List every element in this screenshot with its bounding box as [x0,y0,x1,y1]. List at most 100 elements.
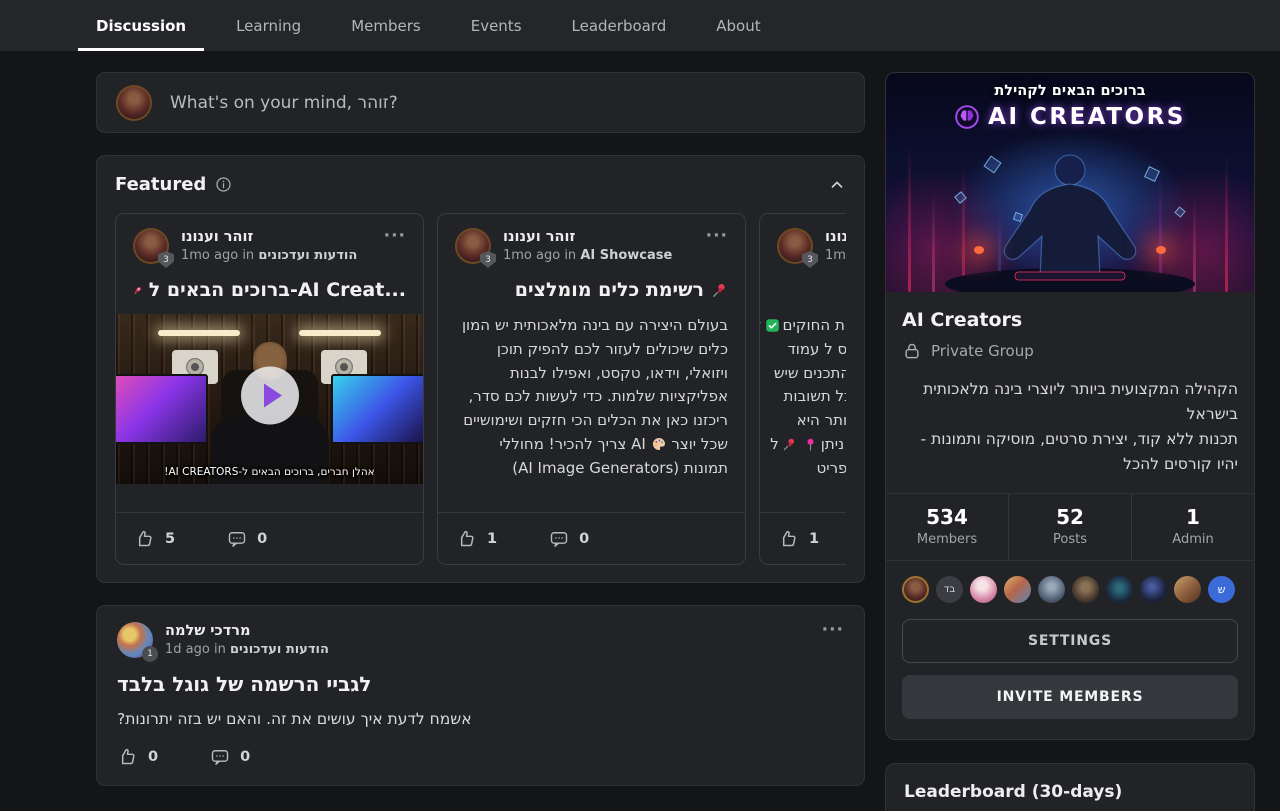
member-avatar[interactable] [1038,576,1065,603]
group-name: AI Creators [902,309,1238,331]
member-avatar[interactable]: ש [1208,576,1235,603]
featured-card-rules[interactable]: 3 זוהר וענונו 1mo ago in הודעות ועדכונים… [759,213,846,565]
comment-icon [227,529,247,549]
tab-learning[interactable]: Learning [218,0,319,51]
more-options-icon[interactable]: ··· [706,226,728,246]
author-name[interactable]: זוהר וענונו [825,228,846,246]
featured-card-tools[interactable]: 3 זוהר וענונו 1mo ago in AI Showcase ···… [437,213,746,565]
video-thumbnail[interactable]: אהלן חברים, ברוכים הבאים ל-AI CREATORS! [116,314,423,484]
featured-card-welcome[interactable]: 3 זוהר וענונו 1mo ago in הודעות ועדכונים… [115,213,424,565]
level-badge: 1 [142,646,158,662]
leaderboard-card: Leaderboard (30-days) [885,763,1255,811]
chevron-up-icon[interactable] [828,176,846,194]
member-avatar[interactable]: בד [936,576,963,603]
brain-icon [954,104,980,130]
tab-leaderboard[interactable]: Leaderboard [554,0,685,51]
post-body: בעולם היצירה עם בינה מלאכותית יש המון כל… [455,314,728,481]
member-avatar[interactable] [902,576,929,603]
post-meta: 1mo ago in הודעות ועדכונים [181,248,357,263]
like-button[interactable] [134,528,155,549]
author-name[interactable]: מרדכי שלמה [165,622,329,640]
main-column: What's on your mind, זוהר? Featured 3 [96,72,865,811]
featured-title: Featured [115,174,206,195]
tab-discussion[interactable]: Discussion [78,0,204,51]
member-avatar[interactable] [1174,576,1201,603]
feed-post[interactable]: 1 מרדכי שלמה 1d ago in הודעות ועדכונים ·… [96,605,865,786]
thumbs-up-icon [134,528,155,549]
comment-icon [549,529,569,549]
category-link[interactable]: הודעות ועדכונים [230,642,329,657]
like-button[interactable] [456,528,477,549]
banner-brand-text: AI CREATORS [988,104,1186,130]
check-icon [765,318,780,333]
level-badge: 3 [158,251,174,268]
post-title[interactable]: ברוכים הבאים ל-AI Creat... [133,279,406,301]
stat-posts[interactable]: 52 Posts [1008,494,1131,560]
composer-placeholder: What's on your mind, זוהר? [170,93,398,113]
invite-members-button[interactable]: INVITE MEMBERS [902,675,1238,719]
group-stats: 534 Members 52 Posts 1 Admin [886,493,1254,561]
info-icon[interactable] [215,176,232,193]
post-title[interactable]: רשימת כלים מומלצים [455,279,728,301]
tab-about[interactable]: About [698,0,778,51]
tab-members[interactable]: Members [333,0,439,51]
banner-welcome-text: ברוכים הבאים לקהילת [886,83,1254,99]
member-avatars-row: בד ש [886,561,1254,603]
like-button[interactable] [778,528,799,549]
stat-admin[interactable]: 1 Admin [1131,494,1254,560]
comment-button[interactable] [210,747,230,767]
thumbs-up-icon [456,528,477,549]
category-link[interactable]: AI Showcase [580,248,672,263]
group-banner[interactable]: ברוכים הבאים לקהילת AI CREATORS [886,73,1254,292]
member-avatar[interactable] [1004,576,1031,603]
post-composer[interactable]: What's on your mind, זוהר? [96,72,865,133]
level-badge: 3 [802,251,818,268]
right-monitor [331,374,423,444]
more-options-icon[interactable]: ··· [822,620,844,640]
like-count: 5 [165,531,175,547]
privacy-label: Private Group [931,342,1034,360]
more-options-icon[interactable]: ··· [384,226,406,246]
tab-events[interactable]: Events [453,0,540,51]
featured-cards-row: 3 זוהר וענונו 1mo ago in הודעות ועדכונים… [115,213,846,565]
category-link[interactable]: הודעות ועדכונים [258,248,357,263]
like-count: 0 [148,749,158,765]
post-meta: 1d ago in הודעות ועדכונים [165,642,329,657]
comment-icon [210,747,230,767]
post-body: רגע לפני שמתחילים - קראתם את החוקיםלמעלה… [777,314,846,481]
comment-count: 0 [579,531,589,547]
featured-section: Featured 3 זוהר וענונו 1mo ago in הודעות [96,155,865,583]
sidebar: ברוכים הבאים לקהילת AI CREATORS AI Creat… [885,72,1255,811]
leaderboard-title: Leaderboard (30-days) [904,782,1236,802]
group-card: ברוכים הבאים לקהילת AI CREATORS AI Creat… [885,72,1255,740]
palette-icon [651,436,667,452]
member-avatar[interactable] [970,576,997,603]
stat-members[interactable]: 534 Members [886,494,1008,560]
like-button[interactable] [117,746,138,767]
top-nav: Discussion Learning Members Events Leade… [0,0,1280,51]
comment-count: 0 [240,749,250,765]
thumbs-up-icon [117,746,138,767]
member-avatar[interactable] [1106,576,1133,603]
play-icon[interactable] [241,367,299,425]
pushpin-icon [782,437,797,452]
post-meta: 1mo ago in AI Showcase [503,248,672,263]
rocket-icon [133,281,142,300]
pushpin-icon [711,282,728,299]
post-title[interactable]: לגביי הרשמה של גוגל בלבד [117,672,844,696]
comment-count: 0 [257,531,267,547]
video-caption: אהלן חברים, ברוכים הבאים ל-AI CREATORS! [116,466,423,478]
post-meta: 1mo ago in הודעות ועדכונים [825,248,846,263]
lock-icon [902,341,922,361]
author-name[interactable]: זוהר וענונו [181,228,357,246]
post-title[interactable]: חוקי הקהילה [777,279,846,301]
author-name[interactable]: זוהר וענונו [503,228,672,246]
settings-button[interactable]: SETTINGS [902,619,1238,663]
group-description: הקהילה המקצועית ביותר ליוצרי בינה מלאכות… [902,377,1238,477]
like-count: 1 [487,531,497,547]
member-avatar[interactable] [1072,576,1099,603]
comment-button[interactable] [549,529,569,549]
comment-button[interactable] [227,529,247,549]
member-avatar[interactable] [1140,576,1167,603]
post-body: אשמח לדעת איך עושים את זה. והאם יש בזה י… [117,710,844,728]
